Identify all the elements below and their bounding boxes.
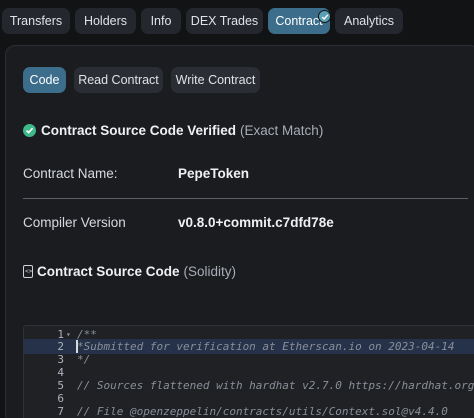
exact-match-label: (Exact Match) <box>240 122 324 138</box>
tab-holders[interactable]: Holders <box>75 8 136 34</box>
tab-transfers[interactable]: Transfers <box>2 8 70 34</box>
verified-title: Contract Source Code Verified <box>41 122 237 138</box>
tab-info[interactable]: Info <box>141 8 181 34</box>
verified-check-icon <box>318 10 331 23</box>
code-text: // File @openzeppelin/contracts/utils/Co… <box>77 405 448 418</box>
compiler-version-value: v0.8.0+commit.c7dfd78e <box>178 215 334 230</box>
compiler-version-label: Compiler Version <box>23 215 126 230</box>
check-circle-icon <box>23 123 36 137</box>
subtab-write-contract[interactable]: Write Contract <box>171 67 260 93</box>
contract-name-label: Contract Name: <box>23 166 118 181</box>
subtab-code[interactable]: Code <box>23 67 66 93</box>
tab-dex-trades[interactable]: DEX Trades <box>186 8 263 34</box>
line-number: 7 <box>57 405 64 418</box>
tab-analytics[interactable]: Analytics <box>335 8 403 34</box>
tab-contract-label: Contract <box>275 14 323 28</box>
contract-name-value: PepeToken <box>178 166 250 181</box>
source-language-label: (Solidity) <box>183 263 237 279</box>
divider <box>23 198 468 199</box>
subtab-read-contract[interactable]: Read Contract <box>74 67 163 93</box>
code-file-icon: <> <box>23 264 33 278</box>
code-editor[interactable]: 1 ▾ /** 2 *Submitted for verification at… <box>23 325 474 418</box>
code-line: 7 // File @openzeppelin/contracts/utils/… <box>24 404 474 418</box>
tab-contract[interactable]: Contract <box>268 8 331 34</box>
source-code-heading: <> Contract Source Code (Solidity) <box>23 262 236 280</box>
verified-heading: Contract Source Code Verified (Exact Mat… <box>23 121 323 139</box>
top-tab-bar: Transfers Holders Info DEX Trades Contra… <box>0 0 474 44</box>
source-code-title: Contract Source Code <box>37 263 180 279</box>
